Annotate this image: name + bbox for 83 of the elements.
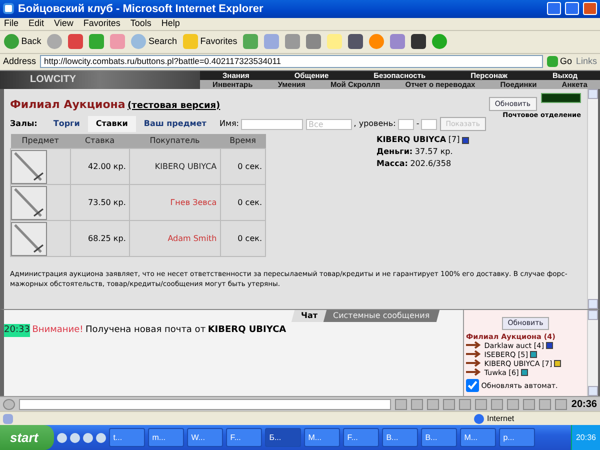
taskbar-button[interactable]: B... <box>382 428 418 447</box>
back-button[interactable]: Back <box>4 34 42 50</box>
info-icon[interactable] <box>530 350 538 358</box>
auction-title: Филиал Аукциона <box>10 96 126 113</box>
table-cell: 42.00 кр. <box>70 148 130 185</box>
sword-icon[interactable] <box>11 150 47 184</box>
player-name[interactable]: KIBERQ UBIYCA <box>376 134 446 146</box>
name-label: Имя: <box>219 118 239 130</box>
chat-tab[interactable]: Чат <box>291 310 327 322</box>
hall-tab[interactable]: Торги <box>45 116 88 132</box>
hall-tab[interactable]: Ставки <box>88 116 136 132</box>
game-clock: 20:36 <box>571 398 597 412</box>
table-cell: 73.50 кр. <box>70 184 130 221</box>
taskbar-button[interactable]: B... <box>421 428 458 447</box>
tray-clock: 20:36 <box>576 432 596 444</box>
sword-icon[interactable] <box>11 186 47 220</box>
menu-item[interactable]: Tools <box>130 17 152 31</box>
taskbar-button[interactable]: Б... <box>265 428 302 447</box>
version-link[interactable]: (тестовая версия) <box>128 100 220 114</box>
zone-text: Internet <box>487 412 516 425</box>
level-max-input[interactable] <box>421 118 438 130</box>
chat-input[interactable] <box>19 398 392 410</box>
maximize-button[interactable] <box>565 2 579 16</box>
menu-item[interactable]: File <box>4 17 19 31</box>
address-label: Address <box>3 54 36 68</box>
scrollbar[interactable] <box>587 310 598 396</box>
buyer-name: Adam Smith <box>129 220 220 257</box>
player-level: [7] <box>448 134 460 146</box>
money-value: 37.57 кр. <box>414 146 453 158</box>
level-label: , уровень: <box>354 118 396 130</box>
taskbar-button[interactable]: F... <box>343 428 380 447</box>
mass-label: Масса: <box>376 158 408 170</box>
search-button[interactable]: Search <box>131 34 178 50</box>
logo-banner: LOWCITY <box>0 70 200 89</box>
message-text: Получена новая почта от <box>86 324 206 337</box>
halls-label: Залы: <box>10 118 38 130</box>
table-cell: 0 сек. <box>220 148 266 185</box>
column-header: Время <box>220 134 266 149</box>
mass-value: 202.6/358 <box>410 158 452 170</box>
close-button[interactable] <box>583 2 597 16</box>
chat-tab[interactable]: Системные сообщения <box>324 310 440 322</box>
minimize-button[interactable] <box>547 2 561 16</box>
taskbar-button[interactable]: M... <box>460 428 496 447</box>
auto-refresh-checkbox[interactable] <box>466 378 479 392</box>
menu-item[interactable]: Favorites <box>83 17 120 31</box>
menu-item[interactable]: Edit <box>28 17 44 31</box>
sword-icon[interactable] <box>11 222 47 256</box>
taskbar-button[interactable]: F... <box>226 428 262 447</box>
sender-name[interactable]: KIBERQ UBIYCA <box>208 324 286 338</box>
info-icon[interactable] <box>546 342 554 349</box>
buyer-name: Гнев Зевса <box>129 184 220 221</box>
menu-item[interactable]: View <box>54 17 74 31</box>
column-header: Предмет <box>10 134 70 149</box>
name-input[interactable] <box>241 118 304 130</box>
table-cell: 0 сек. <box>220 220 266 257</box>
table-cell: 0 сек. <box>220 184 266 221</box>
scrollbar[interactable] <box>587 88 598 309</box>
info-icon[interactable] <box>554 360 562 367</box>
square-icon[interactable] <box>306 34 322 50</box>
taskbar-button[interactable]: p... <box>499 428 536 447</box>
column-header: Ставка <box>70 134 130 149</box>
info-icon[interactable] <box>521 368 528 376</box>
info-icon[interactable] <box>462 136 469 144</box>
column-header: Покупатель <box>129 134 220 149</box>
taskbar-button[interactable]: M... <box>304 428 340 447</box>
links-button[interactable]: Links <box>576 54 597 68</box>
alert-label: Внимание! <box>32 324 84 337</box>
money-label: Деньги: <box>376 146 413 158</box>
table-cell: 68.25 кр. <box>70 220 130 257</box>
menu-item[interactable]: Help <box>161 17 180 31</box>
dash-text: - <box>416 118 420 130</box>
message-time: 20:33 <box>4 324 30 338</box>
level-min-input[interactable] <box>398 118 414 130</box>
favorites-button[interactable]: Favorites <box>183 34 238 50</box>
window-title: Бойцовский клуб - Microsoft Internet Explorer <box>18 2 264 17</box>
hall-tab[interactable]: Ваш предмет <box>136 116 214 132</box>
taskbar-button[interactable]: m... <box>148 428 184 447</box>
address-field[interactable]: http://lowcity.combats.ru/buttons.pl?battle=0.402117323534011 <box>40 55 543 68</box>
taskbar-button[interactable]: W... <box>187 428 224 447</box>
taskbar-button[interactable]: t... <box>109 428 146 447</box>
go-button[interactable]: Go <box>546 54 572 68</box>
buyer-name: KIBERQ UBIYCA <box>129 148 220 185</box>
status-bar-drawing <box>541 92 581 103</box>
